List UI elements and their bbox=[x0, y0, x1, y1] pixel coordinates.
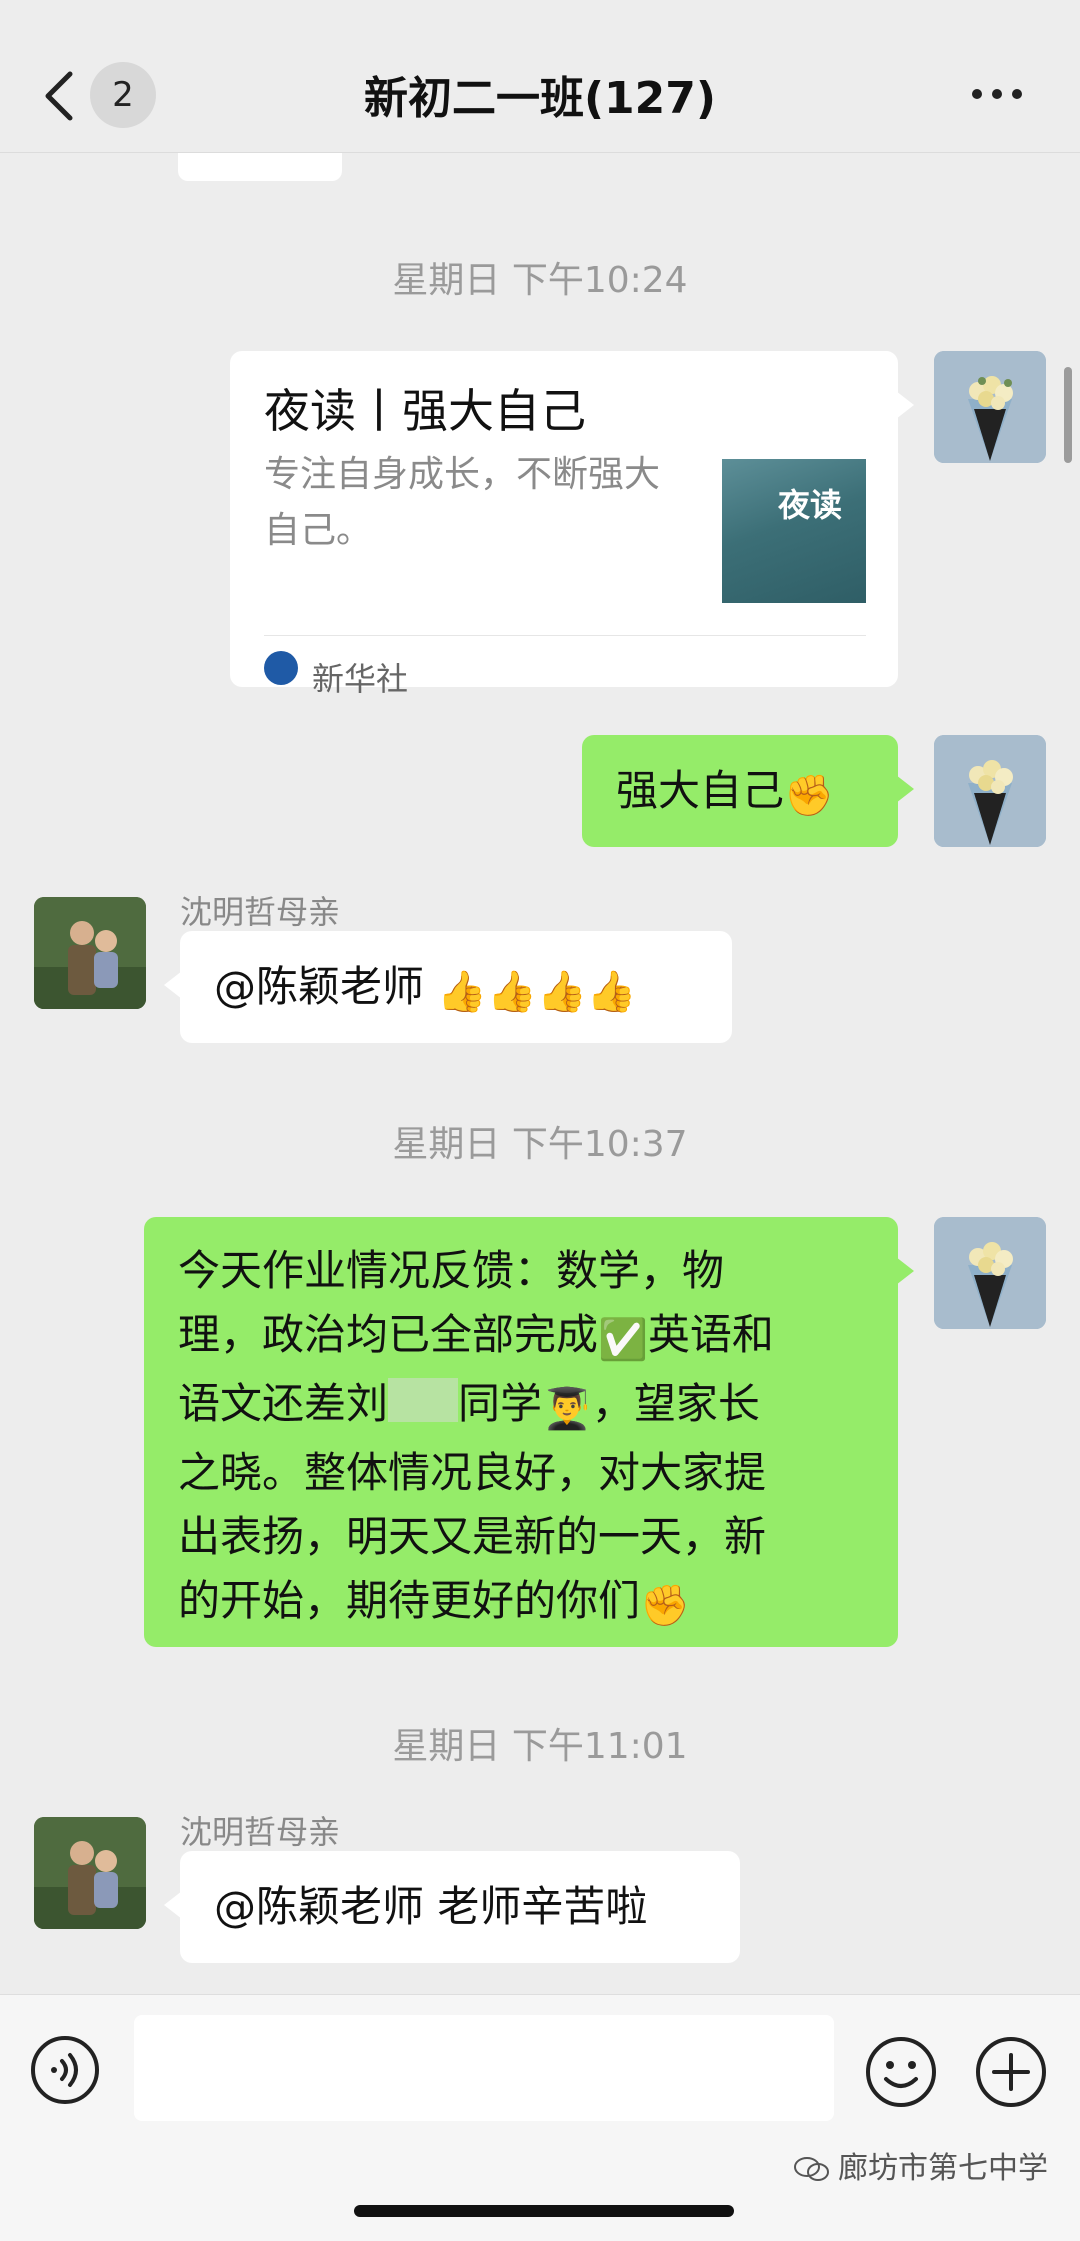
emoji-button[interactable] bbox=[864, 2035, 938, 2109]
message-text: 语文还差刘 bbox=[178, 1379, 389, 1428]
message-line: 出表扬，明天又是新的一天，新 bbox=[178, 1512, 767, 1561]
message-line: 语文还差刘 同学👨‍🎓，望家长 bbox=[178, 1372, 864, 1441]
more-dots-icon bbox=[972, 89, 982, 99]
flower-bouquet-icon bbox=[934, 1217, 1046, 1329]
link-card-title: 夜读丨强大自己 bbox=[264, 384, 586, 438]
partial-message-bubble[interactable] bbox=[178, 153, 342, 181]
link-card-source: 新华社 bbox=[312, 660, 409, 698]
more-dot bbox=[992, 89, 1002, 99]
avatar-self[interactable] bbox=[934, 351, 1046, 463]
message-bubble-self[interactable]: 强大自己✊ bbox=[582, 735, 914, 847]
raised-fist-emoji: ✊ bbox=[784, 773, 834, 819]
plus-icon bbox=[976, 2037, 1046, 2107]
link-card-thumbnail: 夜读 bbox=[722, 459, 866, 603]
sender-name: 沈明哲母亲 bbox=[180, 893, 341, 931]
chat-header: 2 新初二一班(127) bbox=[0, 0, 1080, 153]
avatar-parent[interactable] bbox=[34, 897, 146, 1009]
voice-icon bbox=[31, 2036, 99, 2104]
avatar-self[interactable] bbox=[934, 735, 1046, 847]
check-mark-emoji: ✅ bbox=[598, 1317, 648, 1363]
message-line: 的开始，期待更好的你们✊ bbox=[178, 1569, 864, 1638]
divider bbox=[264, 635, 866, 636]
watermark: 廊坊市第七中学 bbox=[794, 2143, 1048, 2187]
wechat-logo-icon bbox=[794, 2157, 829, 2181]
link-card-description: 专注自身成长，不断强大自己。 bbox=[264, 454, 661, 551]
timestamp: 星期日 下午11:01 bbox=[392, 1726, 688, 1767]
message-text: 的开始，期待更好的你们 bbox=[178, 1576, 641, 1625]
message-text: 理，政治均已全部完成 bbox=[178, 1310, 599, 1359]
scroll-indicator[interactable] bbox=[1064, 367, 1072, 463]
family-photo-icon bbox=[34, 897, 146, 1009]
voice-button[interactable] bbox=[30, 2035, 100, 2105]
back-button[interactable] bbox=[40, 60, 80, 130]
message-text: 同学 bbox=[458, 1379, 543, 1428]
avatar-self[interactable] bbox=[934, 1217, 1046, 1329]
message-input[interactable] bbox=[134, 2015, 834, 2121]
message-line: 理，政治均已全部完成✅英语和 bbox=[178, 1303, 864, 1372]
more-functions-button[interactable] bbox=[974, 2035, 1048, 2109]
message-text: @陈颖老师 bbox=[214, 962, 438, 1011]
message-bubble-other[interactable]: @陈颖老师 👍👍👍👍 bbox=[164, 931, 732, 1043]
more-dot bbox=[1012, 89, 1022, 99]
watermark-text: 廊坊市第七中学 bbox=[838, 2151, 1048, 2186]
flower-bouquet-icon bbox=[934, 735, 1046, 847]
message-line: 之晓。整体情况良好，对大家提 bbox=[178, 1448, 767, 1497]
thumbs-up-emoji: 👍👍👍👍 bbox=[437, 969, 637, 1015]
timestamp: 星期日 下午10:24 bbox=[392, 260, 688, 301]
message-text: 英语和 bbox=[647, 1310, 774, 1359]
link-card-thumbnail-text: 夜读 bbox=[778, 486, 843, 524]
chevron-left-icon bbox=[45, 71, 73, 121]
home-indicator[interactable] bbox=[354, 2205, 734, 2217]
message-bubble-other[interactable]: @陈颖老师 老师辛苦啦 bbox=[164, 1851, 740, 1963]
family-photo-icon bbox=[34, 1817, 146, 1929]
input-bar: 廊坊市第七中学 bbox=[0, 1994, 1080, 2241]
flower-bouquet-icon bbox=[934, 351, 1046, 463]
timestamp: 星期日 下午10:37 bbox=[392, 1124, 688, 1165]
unread-count-badge[interactable]: 2 bbox=[90, 62, 156, 128]
message-list[interactable]: 星期日 下午10:24 夜读丨强大自己 专注自身成长，不断强大自己。 夜读 新华… bbox=[0, 153, 1080, 1993]
sender-name: 沈明哲母亲 bbox=[180, 1813, 341, 1851]
message-line: 今天作业情况反馈：数学，物 bbox=[178, 1246, 725, 1295]
emoji-face-icon bbox=[866, 2037, 936, 2107]
raised-fist-emoji: ✊ bbox=[640, 1583, 690, 1629]
message-text: 强大自己 bbox=[616, 766, 785, 815]
link-card[interactable]: 夜读丨强大自己 专注自身成长，不断强大自己。 夜读 新华社 bbox=[230, 351, 914, 698]
student-emoji: 👨‍🎓 bbox=[542, 1386, 592, 1432]
message-text: @陈颖老师 老师辛苦啦 bbox=[214, 1882, 648, 1931]
message-text: ，望家长 bbox=[591, 1379, 760, 1428]
more-button[interactable] bbox=[972, 84, 1032, 108]
message-bubble-self-homework[interactable]: 今天作业情况反馈：数学，物 理，政治均已全部完成✅英语和 语文还差刘 同学👨‍🎓… bbox=[144, 1217, 914, 1647]
xinhua-logo-icon bbox=[264, 651, 298, 685]
chat-title: 新初二一班(127) bbox=[363, 73, 717, 124]
blurred-name bbox=[388, 1378, 459, 1422]
avatar-parent[interactable] bbox=[34, 1817, 146, 1929]
